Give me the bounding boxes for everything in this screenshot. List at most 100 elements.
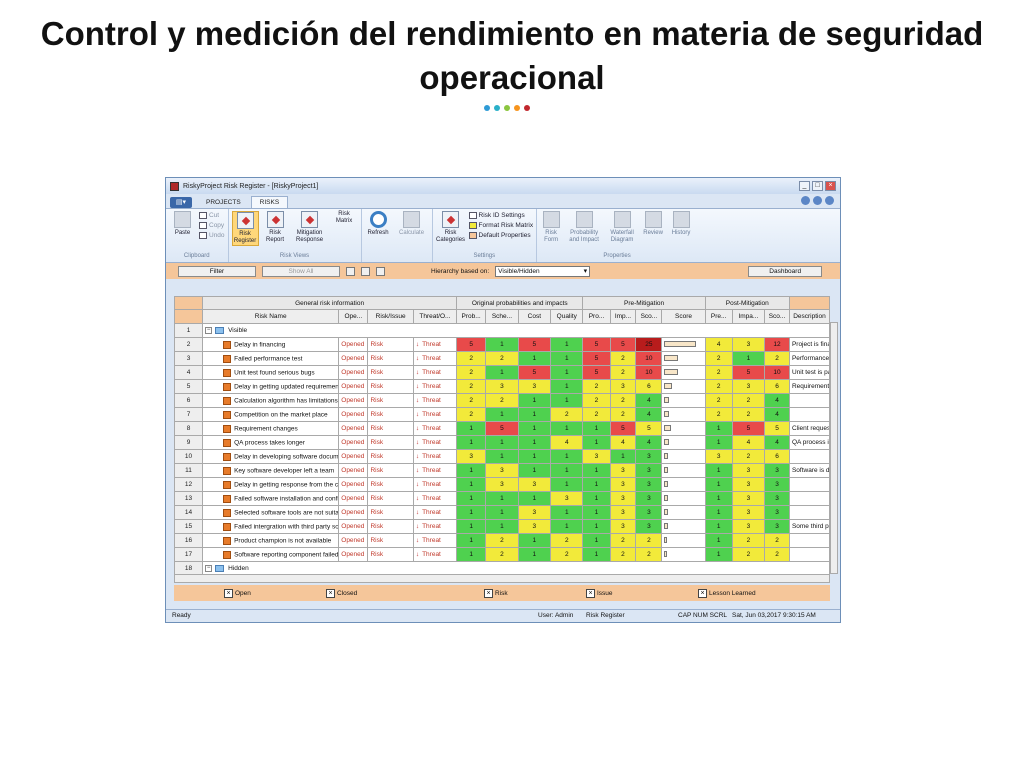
- history-button[interactable]: History: [668, 211, 694, 237]
- table-row[interactable]: 3 Failed performance test Opened Risk ↓ Threa…: [173, 351, 831, 366]
- pre-mitigation-cell[interactable]: 2: [609, 407, 637, 422]
- view-option-icon[interactable]: [346, 266, 355, 276]
- original-value-cell[interactable]: 1: [550, 351, 584, 366]
- post-mitigation-cell[interactable]: 1: [704, 421, 733, 436]
- dashboard-button[interactable]: Dashboard: [748, 265, 823, 277]
- table-row[interactable]: 16 Product champion is not available Opene…: [173, 533, 831, 548]
- score-bar-cell[interactable]: [661, 407, 706, 422]
- table-row[interactable]: 7 Competition on the market place Opened Ri…: [173, 407, 831, 422]
- pre-mitigation-cell[interactable]: 6: [635, 379, 663, 394]
- pre-mitigation-cell[interactable]: 4: [635, 435, 663, 450]
- score-bar-cell[interactable]: [661, 491, 706, 506]
- pre-mitigation-cell[interactable]: 1: [582, 547, 611, 562]
- pre-mitigation-cell[interactable]: 2: [635, 547, 663, 562]
- score-bar-cell[interactable]: [661, 463, 706, 478]
- pre-mitigation-cell[interactable]: 3: [609, 519, 637, 534]
- post-mitigation-cell[interactable]: 5: [731, 365, 766, 380]
- post-mitigation-cell[interactable]: 1: [704, 435, 733, 450]
- risk-type-cell[interactable]: Risk: [367, 379, 414, 394]
- original-value-cell[interactable]: 5: [456, 337, 487, 352]
- post-mitigation-cell[interactable]: 4: [764, 435, 790, 450]
- threat-cell[interactable]: ↓ Threat: [412, 547, 458, 562]
- status-cell[interactable]: Opened: [338, 421, 369, 436]
- hierarchy-select[interactable]: Visible/Hidden: [495, 265, 591, 277]
- post-mitigation-cell[interactable]: 3: [764, 491, 790, 506]
- vertical-scrollbar[interactable]: [830, 322, 838, 574]
- original-value-cell[interactable]: 5: [517, 365, 552, 380]
- legend-item[interactable]: × Issue: [586, 588, 613, 598]
- post-mitigation-cell[interactable]: 3: [731, 337, 766, 352]
- post-mitigation-cell[interactable]: 2: [731, 449, 766, 464]
- row-number[interactable]: 6: [173, 393, 204, 408]
- original-value-cell[interactable]: 1: [550, 505, 584, 520]
- refresh-button[interactable]: Refresh: [365, 211, 392, 237]
- description-cell[interactable]: Performance t: [788, 351, 831, 366]
- post-mitigation-cell[interactable]: 3: [731, 477, 766, 492]
- risk-name-cell[interactable]: Failed performance test: [202, 351, 340, 366]
- post-mitigation-cell[interactable]: 2: [704, 407, 733, 422]
- post-mitigation-cell[interactable]: 3: [764, 519, 790, 534]
- post-mitigation-cell[interactable]: 2: [704, 365, 733, 380]
- original-value-cell[interactable]: 1: [456, 435, 487, 450]
- original-value-cell[interactable]: 1: [456, 463, 487, 478]
- row-number[interactable]: 2: [173, 337, 204, 352]
- risk-matrix-button[interactable]: Risk Matrix: [174, 211, 830, 313]
- original-value-cell[interactable]: 3: [485, 477, 519, 492]
- original-value-cell[interactable]: 1: [517, 407, 552, 422]
- pre-mitigation-cell[interactable]: 3: [635, 449, 663, 464]
- risk-name-cell[interactable]: Selected software tools are not suita: [202, 505, 340, 520]
- original-value-cell[interactable]: 1: [456, 477, 487, 492]
- original-value-cell[interactable]: 4: [550, 435, 584, 450]
- status-cell[interactable]: Opened: [338, 505, 369, 520]
- original-value-cell[interactable]: 3: [517, 477, 552, 492]
- score-bar-cell[interactable]: [661, 435, 706, 450]
- pre-mitigation-cell[interactable]: 4: [635, 393, 663, 408]
- risk-name-cell[interactable]: Requirement changes: [202, 421, 340, 436]
- pre-mitigation-cell[interactable]: 25: [635, 337, 663, 352]
- risk-name-cell[interactable]: Competition on the market place: [202, 407, 340, 422]
- row-number[interactable]: 14: [173, 505, 204, 520]
- pre-mitigation-cell[interactable]: 5: [582, 365, 611, 380]
- original-value-cell[interactable]: 2: [550, 547, 584, 562]
- post-mitigation-cell[interactable]: 3: [764, 505, 790, 520]
- table-row[interactable]: 12 Delay in getting response from the cli…: [173, 477, 831, 492]
- post-mitigation-cell[interactable]: 4: [704, 337, 733, 352]
- pre-mitigation-cell[interactable]: 3: [609, 379, 637, 394]
- table-row[interactable]: 13 Failed software installation and confi…: [173, 491, 831, 506]
- original-value-cell[interactable]: 1: [550, 337, 584, 352]
- post-mitigation-cell[interactable]: 1: [704, 519, 733, 534]
- original-value-cell[interactable]: 1: [550, 477, 584, 492]
- threat-cell[interactable]: ↓ Threat: [412, 533, 458, 548]
- column-header[interactable]: Sco...: [764, 309, 790, 324]
- score-bar-cell[interactable]: [661, 449, 706, 464]
- original-value-cell[interactable]: 3: [456, 449, 487, 464]
- table-row[interactable]: 4 Unit test found serious bugs Opened Risk ↓…: [173, 365, 831, 380]
- post-mitigation-cell[interactable]: 1: [704, 463, 733, 478]
- risk-name-cell[interactable]: Software reporting component failed: [202, 547, 340, 562]
- description-cell[interactable]: QA process ir: [788, 435, 831, 450]
- pre-mitigation-cell[interactable]: 3: [635, 519, 663, 534]
- pre-mitigation-cell[interactable]: 1: [582, 435, 611, 450]
- threat-cell[interactable]: ↓ Threat: [412, 351, 458, 366]
- risk-id-settings-button[interactable]: Risk ID Settings: [468, 212, 534, 219]
- pre-mitigation-cell[interactable]: 4: [609, 435, 637, 450]
- description-cell[interactable]: [788, 547, 831, 562]
- column-header[interactable]: Score: [661, 309, 706, 324]
- table-row[interactable]: 9 QA process takes longer Opened Risk ↓ Threa…: [173, 435, 831, 450]
- original-value-cell[interactable]: 1: [485, 519, 519, 534]
- risk-categories-button[interactable]: Risk Categories: [436, 211, 466, 244]
- pre-mitigation-cell[interactable]: 2: [582, 379, 611, 394]
- original-value-cell[interactable]: 2: [456, 407, 487, 422]
- post-mitigation-cell[interactable]: 3: [764, 463, 790, 478]
- pre-mitigation-cell[interactable]: 10: [635, 351, 663, 366]
- status-cell[interactable]: Opened: [338, 393, 369, 408]
- score-bar-cell[interactable]: [661, 365, 706, 380]
- threat-cell[interactable]: ↓ Threat: [412, 435, 458, 450]
- pre-mitigation-cell[interactable]: 3: [635, 477, 663, 492]
- pre-mitigation-cell[interactable]: 2: [609, 547, 637, 562]
- original-value-cell[interactable]: 2: [456, 393, 487, 408]
- pre-mitigation-cell[interactable]: 2: [609, 351, 637, 366]
- undo-button[interactable]: Undo: [199, 232, 225, 240]
- probability-impact-button[interactable]: Probability and Impact: [565, 211, 603, 244]
- table-row[interactable]: 8 Requirement changes Opened Risk ↓ Threat 1 5 1…: [173, 421, 831, 436]
